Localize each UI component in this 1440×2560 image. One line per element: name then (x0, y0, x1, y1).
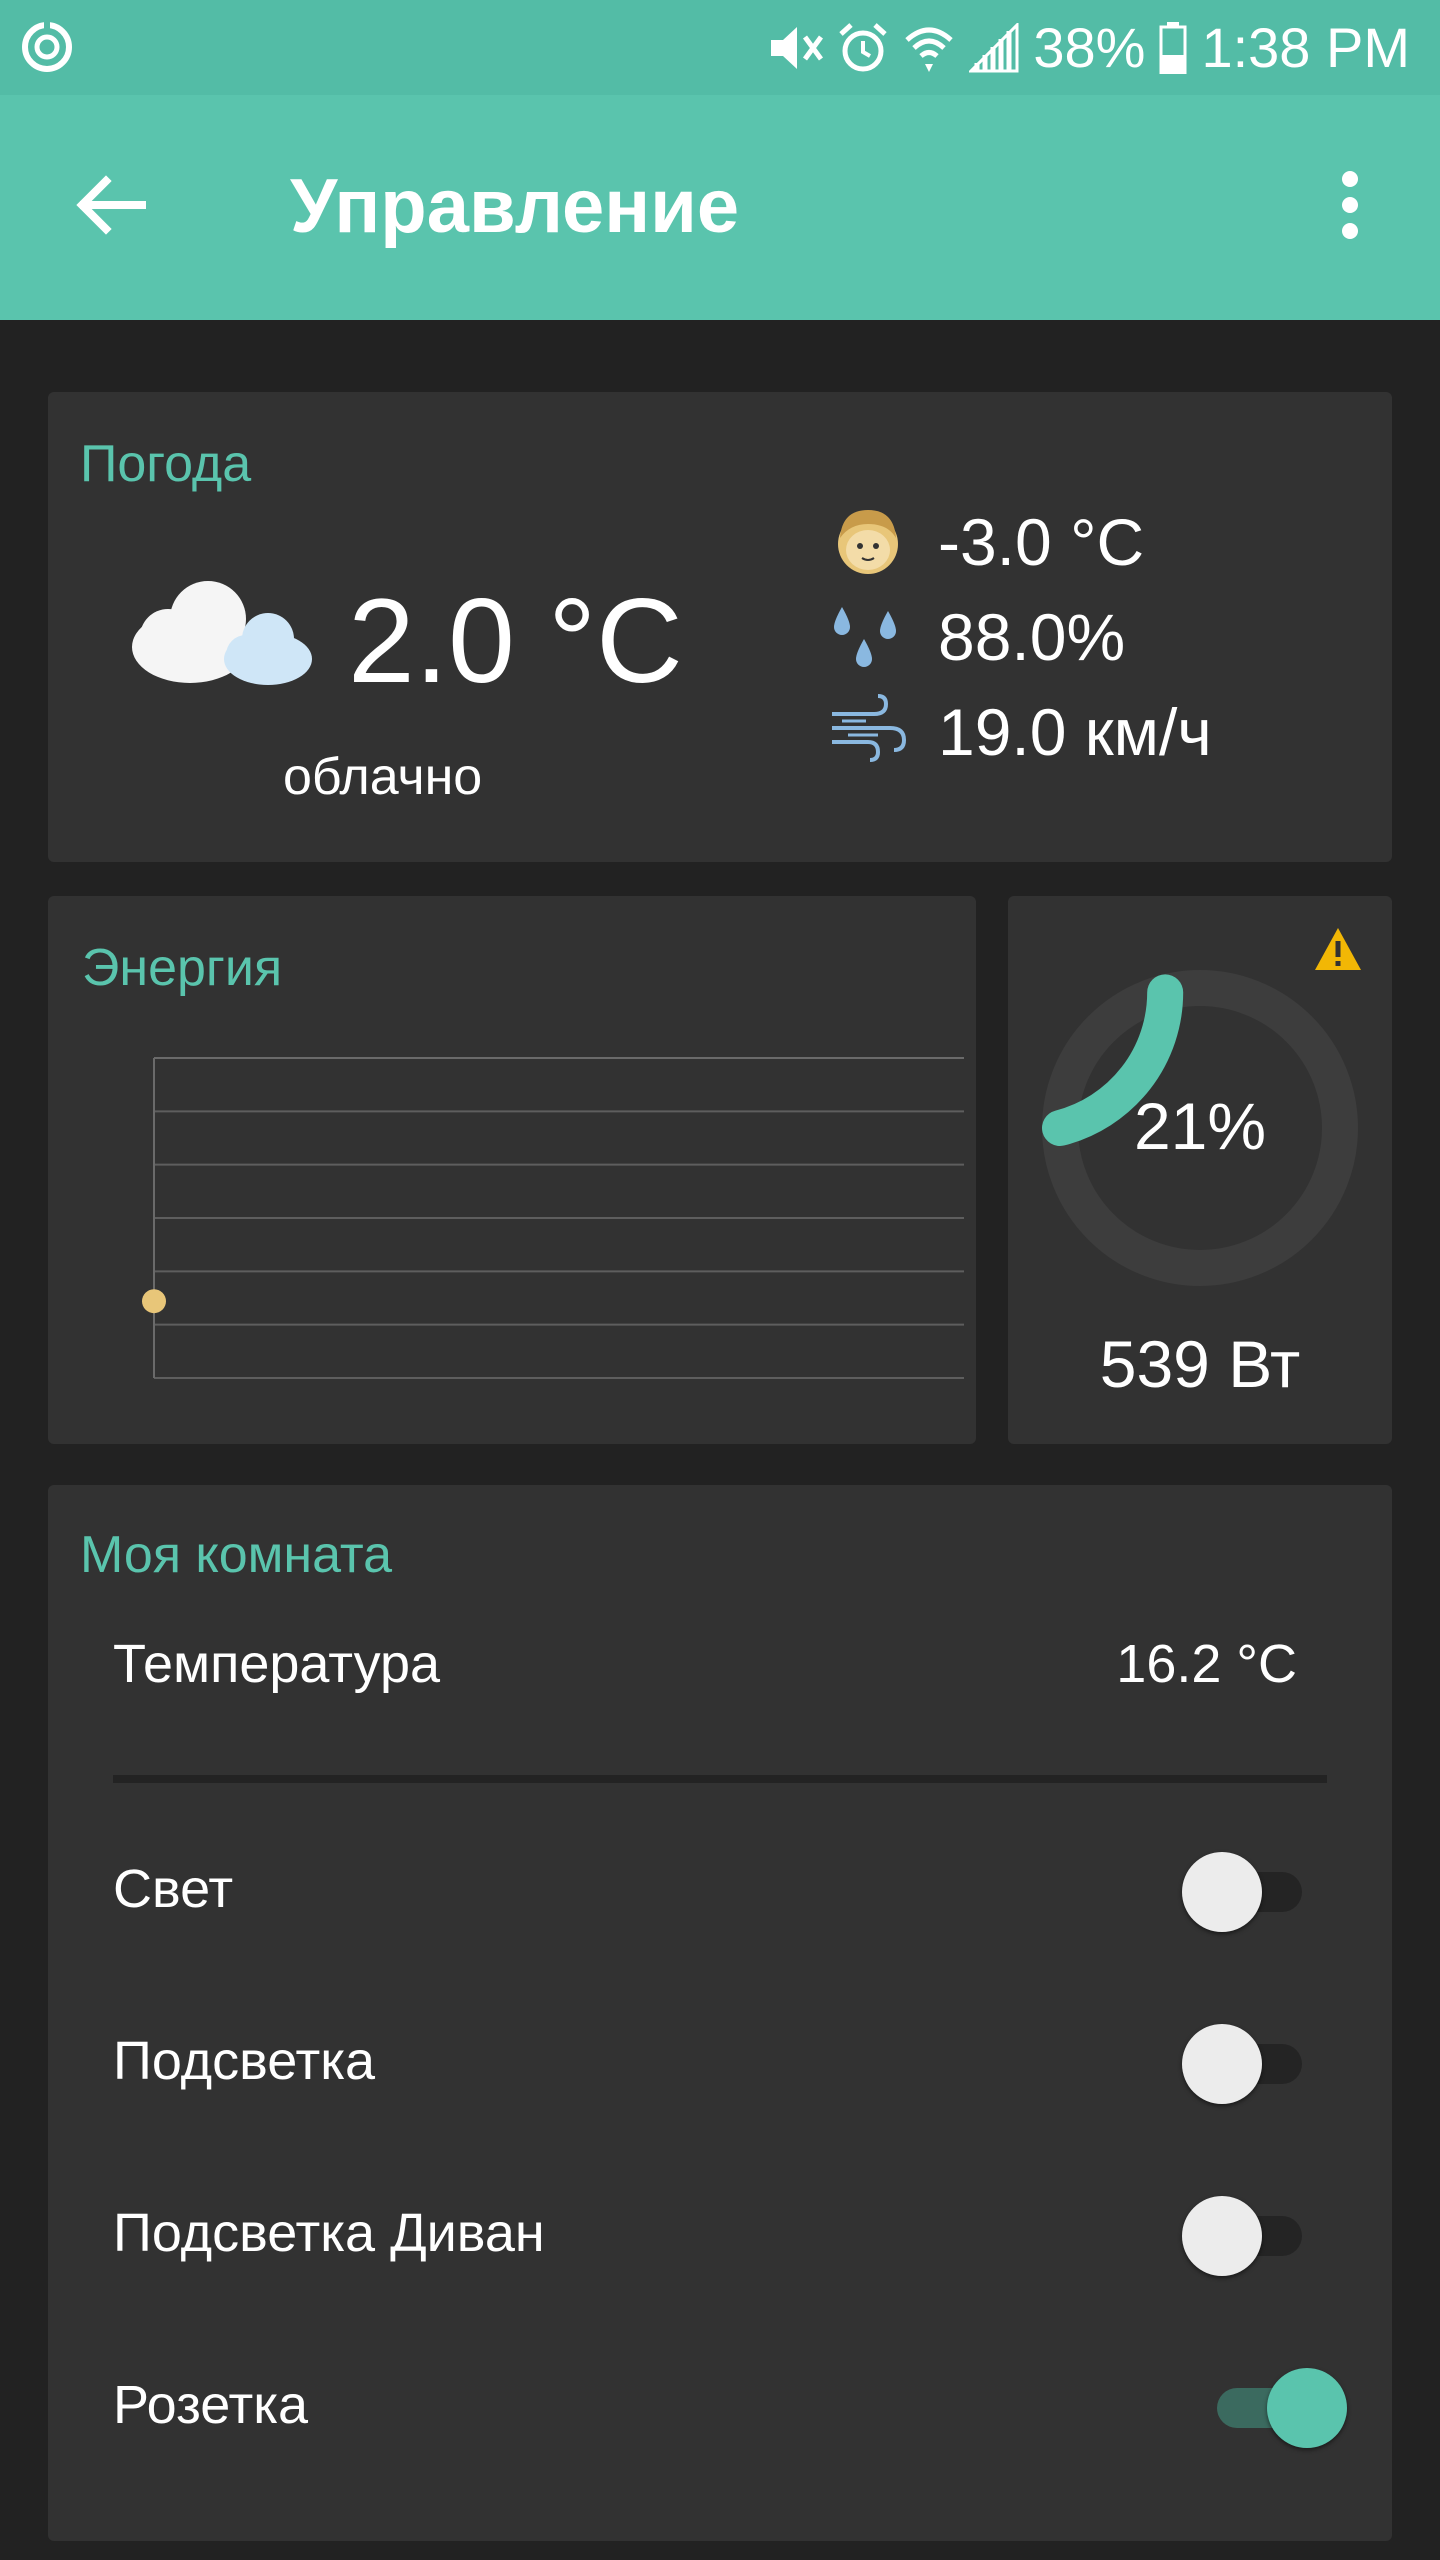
backlight-toggle[interactable] (1182, 2024, 1312, 2104)
weather-card[interactable]: Погода 2.0 °C облачно -3.0 °C 88.0% 19.0… (48, 392, 1392, 862)
toggle-knob (1182, 1852, 1262, 1932)
socket-toggle[interactable] (1217, 2368, 1347, 2448)
toggle-knob (1182, 2196, 1262, 2276)
wind-row: 19.0 км/ч (828, 692, 1212, 772)
switch-row-socket: Розетка (48, 2346, 1392, 2466)
switch-label: Подсветка (113, 2031, 376, 2091)
switch-row-backlight: Подсветка (48, 2002, 1392, 2122)
sofa-backlight-toggle[interactable] (1182, 2196, 1312, 2276)
cloudy-icon (132, 581, 312, 685)
back-arrow-icon[interactable] (70, 165, 150, 245)
sync-icon (22, 22, 72, 72)
energy-chart (142, 1057, 964, 1379)
wind-icon (832, 694, 907, 762)
weather-card-title: Погода (80, 435, 252, 493)
chart-data-point (142, 1289, 166, 1314)
alarm-icon (839, 22, 888, 71)
more-vert-icon[interactable] (1320, 165, 1380, 245)
humidity-drops-icon (834, 607, 896, 667)
power-watts: 539 Вт (1099, 1327, 1301, 1401)
energy-card-title: Энергия (82, 939, 283, 997)
switch-row-sofa-backlight: Подсветка Диван (48, 2174, 1392, 2294)
energy-card[interactable]: Энергия (48, 896, 976, 1444)
divider (113, 1775, 1327, 1783)
face-icon (838, 510, 898, 574)
room-temperature-label: Температура (113, 1634, 441, 1694)
status-bar: 38% 1:38 PM (0, 0, 1440, 95)
warning-icon (1315, 928, 1361, 970)
status-icons: 38% 1:38 PM (767, 0, 1410, 95)
signal-icon (969, 22, 1019, 72)
toggle-knob (1267, 2368, 1347, 2448)
feels-like-value: -3.0 °C (938, 505, 1145, 579)
wind-value: 19.0 км/ч (938, 695, 1212, 769)
switch-label: Розетка (113, 2375, 309, 2435)
battery-percent: 38% (1033, 16, 1146, 79)
feels-like-row: -3.0 °C (828, 502, 1144, 582)
page-title: Управление (290, 164, 740, 249)
weather-temperature: 2.0 °C (348, 574, 683, 708)
humidity-row: 88.0% (828, 597, 1125, 677)
power-gauge-card[interactable]: 21% 539 Вт (1008, 896, 1392, 1444)
mute-icon (771, 26, 824, 69)
app-bar: Управление (0, 95, 1440, 320)
humidity-value: 88.0% (938, 600, 1126, 674)
wifi-icon (905, 27, 954, 72)
light-toggle[interactable] (1182, 1852, 1312, 1932)
clock: 1:38 PM (1201, 16, 1410, 79)
room-card-title: Моя комната (80, 1526, 393, 1584)
weather-condition: облачно (283, 748, 483, 806)
room-card: Моя комната Температура 16.2 °C Свет Под… (48, 1485, 1392, 2541)
switch-label: Свет (113, 1859, 234, 1919)
switch-label: Подсветка Диван (113, 2203, 545, 2263)
room-temperature-value: 16.2 °C (1116, 1634, 1297, 1694)
switch-row-light: Свет (48, 1830, 1392, 1950)
toggle-knob (1182, 2024, 1262, 2104)
battery-icon (1159, 21, 1187, 74)
power-gauge-percent: 21% (1133, 1089, 1267, 1163)
